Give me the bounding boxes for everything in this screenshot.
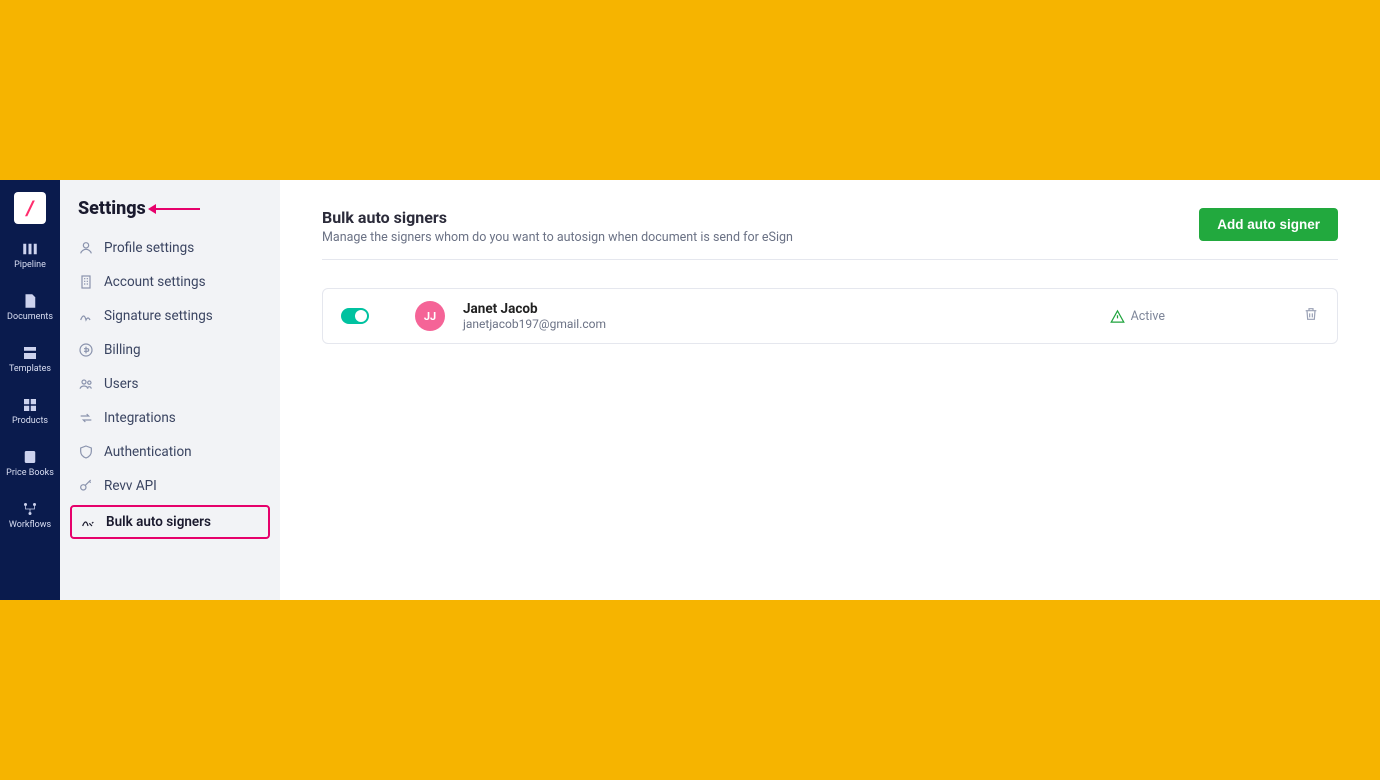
pipeline-icon [21,240,39,258]
page-title: Bulk auto signers [322,208,793,227]
users-icon [78,376,94,392]
signer-row: JJ Janet Jacob janetjacob197@gmail.com A… [322,288,1338,344]
autosign-icon [80,514,96,530]
page-subtitle: Manage the signers whom do you want to a… [322,230,793,245]
sidebar-item-account-settings[interactable]: Account settings [60,265,280,299]
signature-icon [78,308,94,324]
pricebooks-icon [21,448,39,466]
sidebar-item-label: Billing [104,342,141,358]
shield-icon [78,444,94,460]
settings-sidebar: Settings Profile settings Account settin… [60,180,280,600]
sidebar-item-label: Integrations [104,410,176,426]
settings-menu: Profile settings Account settings Signat… [60,231,280,539]
sidebar-title-row: Settings [60,198,280,231]
signer-email: janetjacob197@gmail.com [463,317,606,331]
rail-item-label: Price Books [6,468,54,478]
avatar: JJ [415,301,445,331]
sidebar-item-billing[interactable]: Billing [60,333,280,367]
signer-info: Janet Jacob janetjacob197@gmail.com [463,301,606,331]
warning-triangle-icon [1110,309,1125,324]
status-badge: Active [1110,309,1165,324]
rail-item-label: Workflows [9,520,51,530]
rail-item-label: Templates [9,364,51,374]
add-auto-signer-button[interactable]: Add auto signer [1199,208,1338,241]
main-panel: Bulk auto signers Manage the signers who… [280,180,1380,600]
templates-icon [21,344,39,362]
rail-item-label: Products [12,416,48,426]
rail-item-templates[interactable]: Templates [0,338,60,380]
rail-item-pipeline[interactable]: Pipeline [0,234,60,276]
rail-item-label: Pipeline [14,260,46,270]
products-icon [21,396,39,414]
sidebar-item-label: Account settings [104,274,206,290]
trash-icon [1303,306,1319,322]
key-icon [78,478,94,494]
sidebar-item-integrations[interactable]: Integrations [60,401,280,435]
enable-toggle[interactable] [341,308,369,324]
page-header: Bulk auto signers Manage the signers who… [322,208,1338,260]
documents-icon [21,292,39,310]
sidebar-item-label: Users [104,376,138,392]
nav-rail: / Pipeline Documents Templates Products … [0,180,60,600]
rail-item-pricebooks[interactable]: Price Books [0,442,60,484]
sidebar-item-label: Profile settings [104,240,194,256]
billing-icon [78,342,94,358]
rail-item-documents[interactable]: Documents [0,286,60,328]
sidebar-item-users[interactable]: Users [60,367,280,401]
sidebar-item-signature-settings[interactable]: Signature settings [60,299,280,333]
sidebar-item-label: Revv API [104,478,157,494]
integrations-icon [78,410,94,426]
sidebar-item-bulk-auto-signers[interactable]: Bulk auto signers [70,505,270,539]
workflows-icon [21,500,39,518]
page-heading-block: Bulk auto signers Manage the signers who… [322,208,793,245]
rail-item-workflows[interactable]: Workflows [0,494,60,536]
signer-name: Janet Jacob [463,301,606,317]
building-icon [78,274,94,290]
status-text: Active [1131,309,1165,324]
rail-item-products[interactable]: Products [0,390,60,432]
user-icon [78,240,94,256]
delete-button[interactable] [1303,306,1319,326]
arrow-annotation-icon [156,208,200,210]
app-window: / Pipeline Documents Templates Products … [0,180,1380,600]
sidebar-item-label: Signature settings [104,308,213,324]
rail-item-label: Documents [7,312,53,322]
sidebar-item-revv-api[interactable]: Revv API [60,469,280,503]
sidebar-title: Settings [78,198,146,219]
sidebar-item-label: Bulk auto signers [106,514,211,530]
sidebar-item-authentication[interactable]: Authentication [60,435,280,469]
sidebar-item-label: Authentication [104,444,192,460]
sidebar-item-profile-settings[interactable]: Profile settings [60,231,280,265]
app-logo[interactable]: / [14,192,46,224]
